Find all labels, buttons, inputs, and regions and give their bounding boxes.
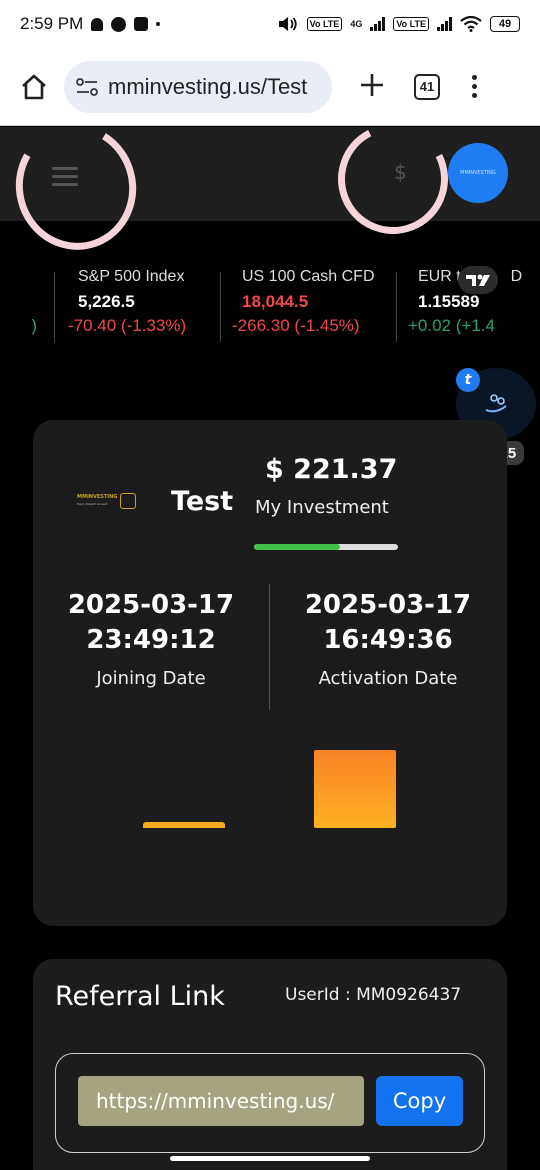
menu-dot-icon	[472, 75, 477, 80]
ticker-item-us100[interactable]: US 100 Cash CFD 18,044.5 -266.30 (-1.45%…	[232, 268, 375, 336]
ticker-divider	[54, 272, 55, 342]
brand-logo-subtext: Earn Smart Invest	[77, 502, 108, 506]
status-right: Vo LTE 4G Vo LTE 49	[277, 15, 520, 33]
app-notification-icon	[111, 16, 127, 32]
ticker-price: 18,044.5	[242, 292, 309, 311]
tradingview-logo-icon[interactable]	[458, 266, 498, 294]
bubble-app-badge-icon: t	[456, 368, 480, 392]
investment-progress	[254, 544, 398, 550]
site-settings-icon[interactable]	[76, 77, 98, 96]
activation-date: 2025-03-17	[304, 590, 472, 620]
status-left: 2:59 PM	[20, 14, 161, 34]
new-tab-button[interactable]	[354, 69, 390, 105]
home-icon	[22, 74, 46, 99]
signal-1-icon	[370, 17, 386, 31]
ticker-divider	[220, 272, 221, 342]
plus-icon	[361, 73, 383, 96]
copy-button[interactable]: Copy	[376, 1076, 463, 1126]
ticker-change: +0.02 (+1.4	[408, 316, 495, 335]
ticker-change: -266.30 (-1.45%)	[232, 316, 360, 335]
investment-card: MMINVESTING Earn Smart Invest Test $ 221…	[33, 420, 507, 926]
referral-link-box: Copy	[55, 1053, 485, 1153]
network-type: 4G	[350, 19, 363, 29]
referral-card: Referral Link UserId : MM0926437 Copy	[33, 959, 507, 1170]
ticker-name-tail: D	[510, 268, 523, 285]
avatar[interactable]: MMINVESTING	[448, 143, 508, 203]
volte-badge-1: Vo LTE	[306, 17, 343, 31]
ticker-change: )	[28, 316, 38, 335]
url-text: mminvesting.us/Test	[108, 73, 308, 99]
user-name: Test	[171, 486, 234, 517]
ticker-change: -70.40 (-1.33%)	[68, 316, 187, 335]
joining-date-label: Joining Date	[96, 668, 206, 689]
activation-date-label: Activation Date	[318, 668, 458, 689]
brand-logo: MMINVESTING Earn Smart Invest	[77, 488, 141, 514]
signal-2-icon	[437, 17, 452, 31]
address-bar[interactable]: mminvesting.us/Test	[64, 60, 332, 113]
ticker-name: US 100 Cash CFD	[242, 268, 375, 285]
tab-switcher-button[interactable]: 41	[414, 73, 440, 100]
ticker-item-partial[interactable]: )	[28, 268, 37, 336]
ticker-price: 5,226.5	[78, 292, 135, 311]
battery-icon: 49	[490, 16, 520, 32]
app-square-icon	[134, 17, 149, 31]
market-ticker[interactable]: ) S&P 500 Index 5,226.5 -70.40 (-1.33%) …	[0, 258, 540, 348]
ticker-name: S&P 500 Index	[78, 268, 185, 285]
referral-link-input[interactable]	[78, 1076, 364, 1126]
browser-menu-button[interactable]	[472, 75, 477, 98]
ticker-item-sp500[interactable]: S&P 500 Index 5,226.5 -70.40 (-1.33%)	[68, 268, 186, 336]
joining-date-block: 2025-03-17 23:49:12 Joining Date	[51, 588, 251, 689]
ticker-divider	[396, 272, 397, 342]
date-divider	[269, 584, 270, 710]
chart-bar-small	[143, 822, 225, 828]
investment-progress-fill	[254, 544, 341, 550]
brand-hand-icon	[120, 493, 137, 509]
volume-icon	[278, 17, 297, 31]
chart-bar-square	[314, 750, 396, 828]
referral-title: Referral Link	[55, 981, 225, 1012]
investment-label: My Investment	[255, 497, 389, 518]
joining-date: 2025-03-17	[67, 590, 235, 620]
activation-date-block: 2025-03-17 16:49:36 Activation Date	[288, 588, 488, 689]
menu-dot-icon	[472, 84, 477, 89]
volte-badge-2: Vo LTE	[393, 17, 429, 31]
activation-time: 16:49:36	[323, 625, 453, 655]
ticker-price: 1.15589	[418, 292, 480, 311]
menu-dot-icon	[472, 93, 477, 98]
gesture-navigation-bar[interactable]	[170, 1156, 370, 1161]
more-notifications-dot-icon	[156, 22, 161, 26]
brand-logo-text: MMINVESTING	[77, 494, 118, 500]
investment-amount: $ 221.37	[265, 454, 398, 485]
avatar-logo-text: MMINVESTING	[460, 170, 496, 176]
wifi-icon	[460, 16, 482, 32]
hand-coin-logo-icon	[485, 394, 507, 413]
referral-user-id: UserId : MM0926437	[285, 985, 462, 1005]
status-bar: 2:59 PM Vo LTE 4G Vo LTE 49	[0, 0, 540, 48]
notification-bell-icon	[91, 17, 104, 31]
browser-toolbar: mminvesting.us/Test 41	[0, 48, 540, 126]
joining-time: 23:49:12	[86, 625, 216, 655]
status-time: 2:59 PM	[20, 14, 84, 33]
home-button[interactable]	[14, 67, 54, 107]
ticker-name: EUR t	[418, 268, 461, 285]
